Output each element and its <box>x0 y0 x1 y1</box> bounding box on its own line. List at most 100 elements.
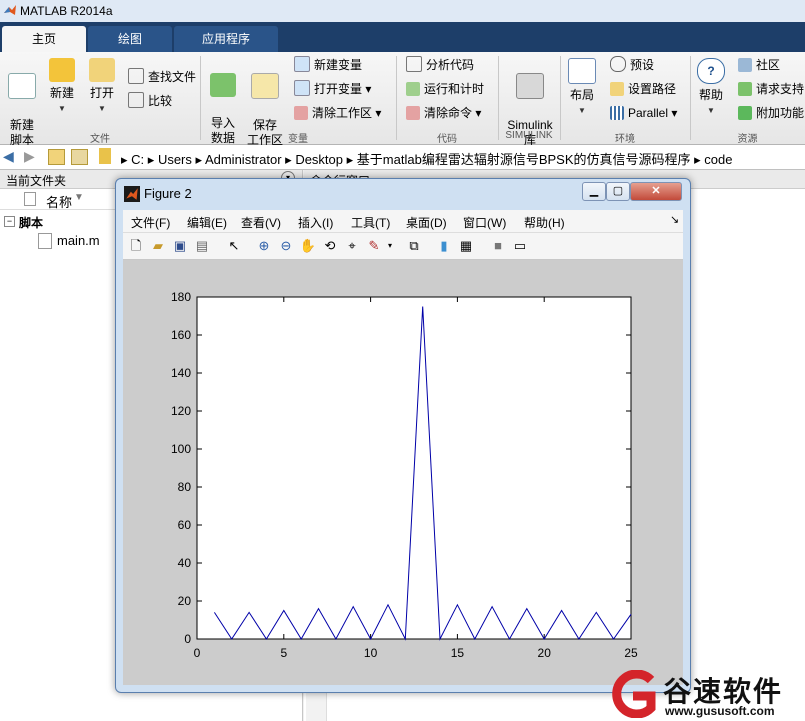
breadcrumb-item[interactable]: code <box>704 152 732 167</box>
import-icon <box>210 73 236 97</box>
show-plot-tools-icon[interactable]: ▭ <box>511 237 529 255</box>
layout-button[interactable]: 布局 ▼ <box>566 58 598 118</box>
help-button[interactable]: ? 帮助 ▼ <box>696 58 726 118</box>
y-tick-label: 140 <box>171 366 191 380</box>
brush-dropdown-icon[interactable]: ▾ <box>381 237 399 255</box>
clear-workspace-icon <box>294 106 308 120</box>
up-folder-icon[interactable] <box>48 149 65 165</box>
help-icon: ? <box>697 58 725 84</box>
group-label-resources: 资源 <box>737 134 758 145</box>
preferences-button[interactable]: 预设 <box>610 56 654 74</box>
rotate-3d-icon[interactable]: ⟲ <box>321 237 339 255</box>
save-icon[interactable]: ▣ <box>171 237 189 255</box>
open-variable-button[interactable]: 打开变量 ▾ <box>294 80 371 98</box>
addons-icon <box>738 106 752 120</box>
parallel-button[interactable]: Parallel ▾ <box>610 104 677 122</box>
breadcrumb-item[interactable]: 基于matlab编程雷达辐射源信号BPSK的仿真信号源码程序 <box>357 152 691 167</box>
column-name-header[interactable]: 名称 <box>46 192 72 211</box>
find-files-icon <box>128 68 144 84</box>
group-label-simulink: SIMULINK <box>505 130 553 141</box>
collapse-icon[interactable]: − <box>4 216 15 227</box>
ribbon-separator <box>560 56 561 140</box>
folder-icon <box>99 148 111 164</box>
clear-workspace-button[interactable]: 清除工作区 ▾ <box>294 104 381 122</box>
new-dropdown-icon: ▼ <box>58 104 66 113</box>
menu-insert[interactable]: 插入(I) <box>298 214 333 231</box>
new-button[interactable]: 新建 ▼ <box>46 58 78 116</box>
menu-tools[interactable]: 工具(T) <box>351 214 390 231</box>
browse-folder-icon[interactable] <box>71 149 88 165</box>
dock-arrow-icon[interactable]: ↘ <box>670 213 679 226</box>
back-arrow-icon[interactable]: ◀ <box>3 148 14 165</box>
menu-edit[interactable]: 编辑(E) <box>187 214 227 231</box>
new-variable-button[interactable]: 新建变量 <box>294 56 362 74</box>
print-icon[interactable]: ▤ <box>193 237 211 255</box>
run-and-time-button[interactable]: 运行和计时 <box>406 80 484 98</box>
find-files-label: 查找文件 <box>148 70 197 84</box>
addons-label: 附加功能 <box>756 106 805 120</box>
zoom-in-icon[interactable]: ⊕ <box>255 237 273 255</box>
open-button[interactable]: 打开 ▼ <box>86 58 118 116</box>
set-path-button[interactable]: 设置路径 <box>610 80 676 98</box>
analyze-code-icon <box>406 56 422 72</box>
minimize-button[interactable]: ▁ <box>582 182 606 201</box>
menu-help[interactable]: 帮助(H) <box>524 214 565 231</box>
community-label: 社区 <box>756 58 781 72</box>
ribbon-separator <box>200 56 201 140</box>
analyze-code-label: 分析代码 <box>426 58 475 72</box>
matlab-logo-icon <box>124 186 140 202</box>
data-cursor-icon[interactable]: ⌖ <box>343 237 361 255</box>
group-label-file: 文件 <box>90 134 110 145</box>
link-plot-icon[interactable]: ⧉ <box>405 237 423 255</box>
help-dropdown-icon: ▼ <box>707 106 715 115</box>
watermark-url: www.gususoft.com <box>665 704 775 718</box>
clear-commands-button[interactable]: 清除命令 ▾ <box>406 104 481 122</box>
breadcrumb: ▸ C: ▸ Users ▸ Administrator ▸ Desktop ▸… <box>121 149 732 168</box>
set-path-label: 设置路径 <box>628 82 677 96</box>
zoom-out-icon[interactable]: ⊖ <box>277 237 295 255</box>
menu-window[interactable]: 窗口(W) <box>463 214 506 231</box>
compare-button[interactable]: 比较 <box>128 92 172 110</box>
y-tick-label: 180 <box>171 290 191 304</box>
tab-home[interactable]: 主页 <box>2 26 86 52</box>
tab-apps[interactable]: 应用程序 <box>174 26 278 52</box>
request-support-icon <box>738 82 752 96</box>
sort-down-icon[interactable]: ▼ <box>74 192 84 203</box>
forward-arrow-icon[interactable]: ▶ <box>24 148 35 165</box>
request-support-label: 请求支持 <box>756 82 805 96</box>
breadcrumb-separator-icon: ▸ <box>694 152 701 167</box>
hide-plot-tools-icon[interactable]: ■ <box>489 237 507 255</box>
community-button[interactable]: 社区 <box>738 56 780 74</box>
panel-title: 当前文件夹 <box>6 174 67 188</box>
menu-view[interactable]: 查看(V) <box>241 214 281 231</box>
y-tick-label: 100 <box>171 442 191 456</box>
new-figure-icon[interactable]: 🗋 <box>127 237 145 255</box>
request-support-button[interactable]: 请求支持 <box>738 80 804 98</box>
y-tick-label: 60 <box>178 518 192 532</box>
maximize-button[interactable]: ▢ <box>606 182 630 201</box>
new-variable-icon <box>294 56 310 72</box>
find-files-button[interactable]: 查找文件 <box>128 68 196 86</box>
close-button[interactable]: ✕ <box>630 182 682 201</box>
open-file-icon[interactable]: ▰ <box>149 237 167 255</box>
menu-file[interactable]: 文件(F) <box>131 214 170 231</box>
analyze-code-button[interactable]: 分析代码 <box>406 56 474 74</box>
breadcrumb-item[interactable]: Desktop <box>295 152 343 167</box>
pan-hand-icon[interactable]: ✋ <box>299 237 317 255</box>
figure-title: Figure 2 <box>144 186 192 201</box>
breadcrumb-item[interactable]: C: <box>131 152 144 167</box>
parallel-label: Parallel <box>628 106 669 120</box>
colorbar-icon[interactable]: ▮ <box>435 237 453 255</box>
y-tick-label: 80 <box>178 480 192 494</box>
breadcrumb-item[interactable]: Users <box>158 152 192 167</box>
legend-icon[interactable]: ▦ <box>457 237 475 255</box>
menu-desktop[interactable]: 桌面(D) <box>406 214 447 231</box>
app-title: MATLAB R2014a <box>20 4 113 18</box>
pointer-icon[interactable]: ↖ <box>225 237 243 255</box>
breadcrumb-separator-icon: ▸ <box>285 152 292 167</box>
group-label-variable: 变量 <box>288 134 308 145</box>
breadcrumb-item[interactable]: Administrator <box>205 152 282 167</box>
file-type-icon <box>24 192 36 206</box>
tab-plots[interactable]: 绘图 <box>88 26 172 52</box>
addons-button[interactable]: 附加功能 <box>738 104 804 122</box>
